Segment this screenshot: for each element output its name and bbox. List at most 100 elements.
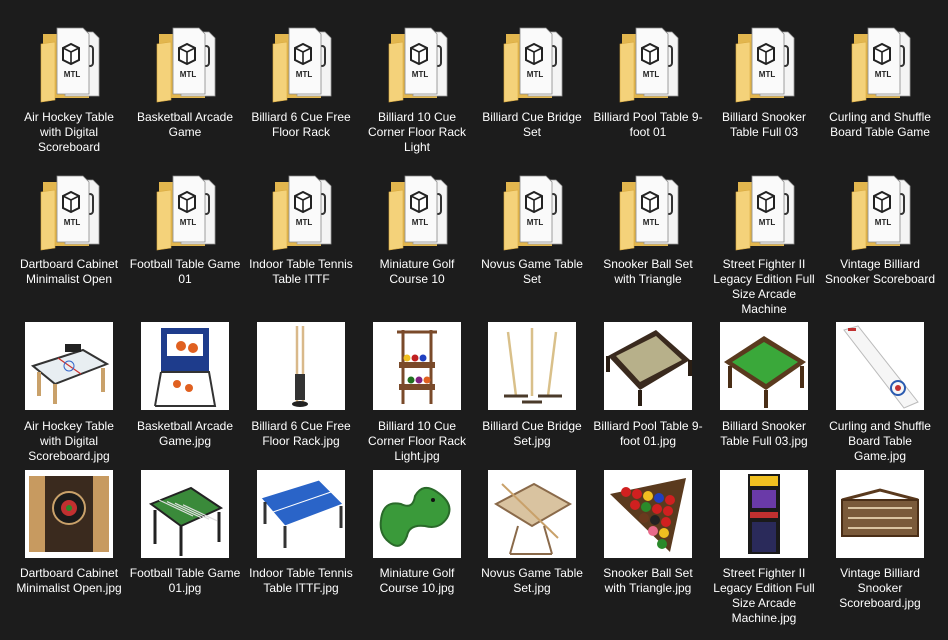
folder-mtl-icon: MTL <box>604 170 692 258</box>
image-file-item[interactable]: Billiard 10 Cue Corner Floor Rack Light.… <box>359 322 475 464</box>
svg-text:MTL: MTL <box>296 218 313 227</box>
folder-item[interactable]: MTL Billiard 10 Cue Corner Floor Rack Lig… <box>359 22 475 155</box>
folder-item[interactable]: MTL Billiard Pool Table 9-foot 01 <box>590 22 706 140</box>
svg-text:MTL: MTL <box>64 70 81 79</box>
folder-name: Snooker Ball Set with Triangle <box>603 257 693 286</box>
folder-name: Billiard 6 Cue Free Floor Rack <box>251 110 351 139</box>
image-file-item[interactable]: Billiard 6 Cue Free Floor Rack.jpg <box>243 322 359 449</box>
folder-mtl-icon: MTL <box>836 170 924 258</box>
folder-name: Vintage Billiard Snooker Scoreboard <box>824 257 936 286</box>
folder-name: Street Fighter II Legacy Edition Full Si… <box>713 257 815 316</box>
file-name: Air Hockey Table with Digital Scoreboard… <box>24 419 114 463</box>
arcade-machine-thumbnail <box>720 470 808 558</box>
mini-golf-thumbnail <box>373 470 461 558</box>
svg-text:MTL: MTL <box>527 218 544 227</box>
folder-item[interactable]: MTL Miniature Golf Course 10 <box>359 170 475 287</box>
folder-name: Football Table Game 01 <box>129 257 241 286</box>
file-name: Dartboard Cabinet Minimalist Open.jpg <box>16 566 122 595</box>
image-file-item[interactable]: Indoor Table Tennis Table ITTF.jpg <box>243 470 359 596</box>
folder-mtl-icon: MTL <box>141 170 229 258</box>
image-file-item[interactable]: Vintage Billiard Snooker Scoreboard.jpg <box>822 470 938 611</box>
file-name: Billiard Snooker Table Full 03.jpg <box>720 419 808 448</box>
folder-mtl-icon: MTL <box>373 22 461 110</box>
folder-mtl-icon: MTL <box>373 170 461 258</box>
folder-name: Dartboard Cabinet Minimalist Open <box>19 257 119 286</box>
image-file-item[interactable]: Billiard Pool Table 9-foot 01.jpg <box>590 322 706 449</box>
file-name: Vintage Billiard Snooker Scoreboard.jpg <box>839 566 921 610</box>
folder-item[interactable]: MTL Street Fighter II Legacy Edition Full… <box>706 170 822 317</box>
image-file-item[interactable]: Miniature Golf Course 10.jpg <box>359 470 475 596</box>
svg-text:MTL: MTL <box>412 70 429 79</box>
folder-item[interactable]: MTL Billiard Cue Bridge Set <box>474 22 590 140</box>
image-file-item[interactable]: Curling and Shuffle Board Table Game.jpg <box>822 322 938 464</box>
air-hockey-table-thumbnail <box>25 322 113 410</box>
folder-item[interactable]: MTL Novus Game Table Set <box>474 170 590 287</box>
cue-floor-rack-thumbnail <box>257 322 345 410</box>
folder-name: Indoor Table Tennis Table ITTF <box>249 257 353 286</box>
image-file-item[interactable]: Novus Game Table Set.jpg <box>474 470 590 596</box>
image-file-item[interactable]: Street Fighter II Legacy Edition Full Si… <box>706 470 822 626</box>
folder-item[interactable]: MTL Billiard Snooker Table Full 03 <box>706 22 822 140</box>
file-name: Basketball Arcade Game.jpg <box>136 419 234 448</box>
svg-text:MTL: MTL <box>527 70 544 79</box>
folder-mtl-icon: MTL <box>25 22 113 110</box>
file-name: Billiard 6 Cue Free Floor Rack.jpg <box>251 419 351 448</box>
pool-table-thumbnail <box>604 322 692 410</box>
novus-table-thumbnail <box>488 470 576 558</box>
image-file-item[interactable]: Air Hockey Table with Digital Scoreboard… <box>11 322 127 464</box>
folder-name: Billiard Snooker Table Full 03 <box>721 110 807 139</box>
folder-item[interactable]: MTL Snooker Ball Set with Triangle <box>590 170 706 287</box>
folder-mtl-icon: MTL <box>257 22 345 110</box>
folder-name: Billiard 10 Cue Corner Floor Rack Light <box>367 110 467 154</box>
image-file-item[interactable]: Basketball Arcade Game.jpg <box>127 322 243 449</box>
file-grid: MTL Air Hockey Table with Digital Scorebo… <box>0 0 948 640</box>
folder-item[interactable]: MTL Air Hockey Table with Digital Scorebo… <box>11 22 127 155</box>
folder-item[interactable]: MTL Vintage Billiard Snooker Scoreboard <box>822 170 938 287</box>
folder-mtl-icon: MTL <box>720 170 808 258</box>
file-name: Novus Game Table Set.jpg <box>481 566 583 595</box>
snooker-table-thumbnail <box>720 322 808 410</box>
folder-item[interactable]: MTL Basketball Arcade Game <box>127 22 243 140</box>
svg-text:MTL: MTL <box>180 70 197 79</box>
folder-name: Miniature Golf Course 10 <box>379 257 455 286</box>
file-name: Football Table Game 01.jpg <box>129 566 241 595</box>
folder-item[interactable]: MTL Football Table Game 01 <box>127 170 243 287</box>
shuffleboard-thumbnail <box>836 322 924 410</box>
svg-text:MTL: MTL <box>759 70 776 79</box>
svg-text:MTL: MTL <box>296 70 313 79</box>
folder-mtl-icon: MTL <box>488 170 576 258</box>
image-file-item[interactable]: Billiard Snooker Table Full 03.jpg <box>706 322 822 449</box>
folder-mtl-icon: MTL <box>257 170 345 258</box>
svg-text:MTL: MTL <box>180 218 197 227</box>
folder-item[interactable]: MTL Curling and Shuffle Board Table Game <box>822 22 938 140</box>
folder-name: Billiard Cue Bridge Set <box>482 110 582 139</box>
image-file-item[interactable]: Billiard Cue Bridge Set.jpg <box>474 322 590 449</box>
folder-name: Air Hockey Table with Digital Scoreboard <box>24 110 114 154</box>
file-name: Billiard 10 Cue Corner Floor Rack Light.… <box>367 419 467 463</box>
folder-mtl-icon: MTL <box>720 22 808 110</box>
folder-name: Basketball Arcade Game <box>136 110 234 139</box>
folder-item[interactable]: MTL Indoor Table Tennis Table ITTF <box>243 170 359 287</box>
svg-text:MTL: MTL <box>759 218 776 227</box>
folder-mtl-icon: MTL <box>836 22 924 110</box>
svg-text:MTL: MTL <box>643 70 660 79</box>
folder-mtl-icon: MTL <box>488 22 576 110</box>
file-name: Indoor Table Tennis Table ITTF.jpg <box>249 566 353 595</box>
folder-item[interactable]: MTL Billiard 6 Cue Free Floor Rack <box>243 22 359 140</box>
folder-item[interactable]: MTL Dartboard Cabinet Minimalist Open <box>11 170 127 287</box>
image-file-item[interactable]: Snooker Ball Set with Triangle.jpg <box>590 470 706 596</box>
corner-cue-rack-thumbnail <box>373 322 461 410</box>
image-file-item[interactable]: Dartboard Cabinet Minimalist Open.jpg <box>11 470 127 596</box>
svg-text:MTL: MTL <box>875 70 892 79</box>
file-name: Snooker Ball Set with Triangle.jpg <box>603 566 693 595</box>
dartboard-cabinet-thumbnail <box>25 470 113 558</box>
folder-name: Novus Game Table Set <box>481 257 583 286</box>
file-name: Street Fighter II Legacy Edition Full Si… <box>713 566 815 625</box>
snooker-balls-thumbnail <box>604 470 692 558</box>
file-name: Billiard Pool Table 9-foot 01.jpg <box>593 419 703 448</box>
svg-text:MTL: MTL <box>643 218 660 227</box>
image-file-item[interactable]: Football Table Game 01.jpg <box>127 470 243 596</box>
svg-text:MTL: MTL <box>875 218 892 227</box>
folder-mtl-icon: MTL <box>604 22 692 110</box>
cue-bridge-set-thumbnail <box>488 322 576 410</box>
